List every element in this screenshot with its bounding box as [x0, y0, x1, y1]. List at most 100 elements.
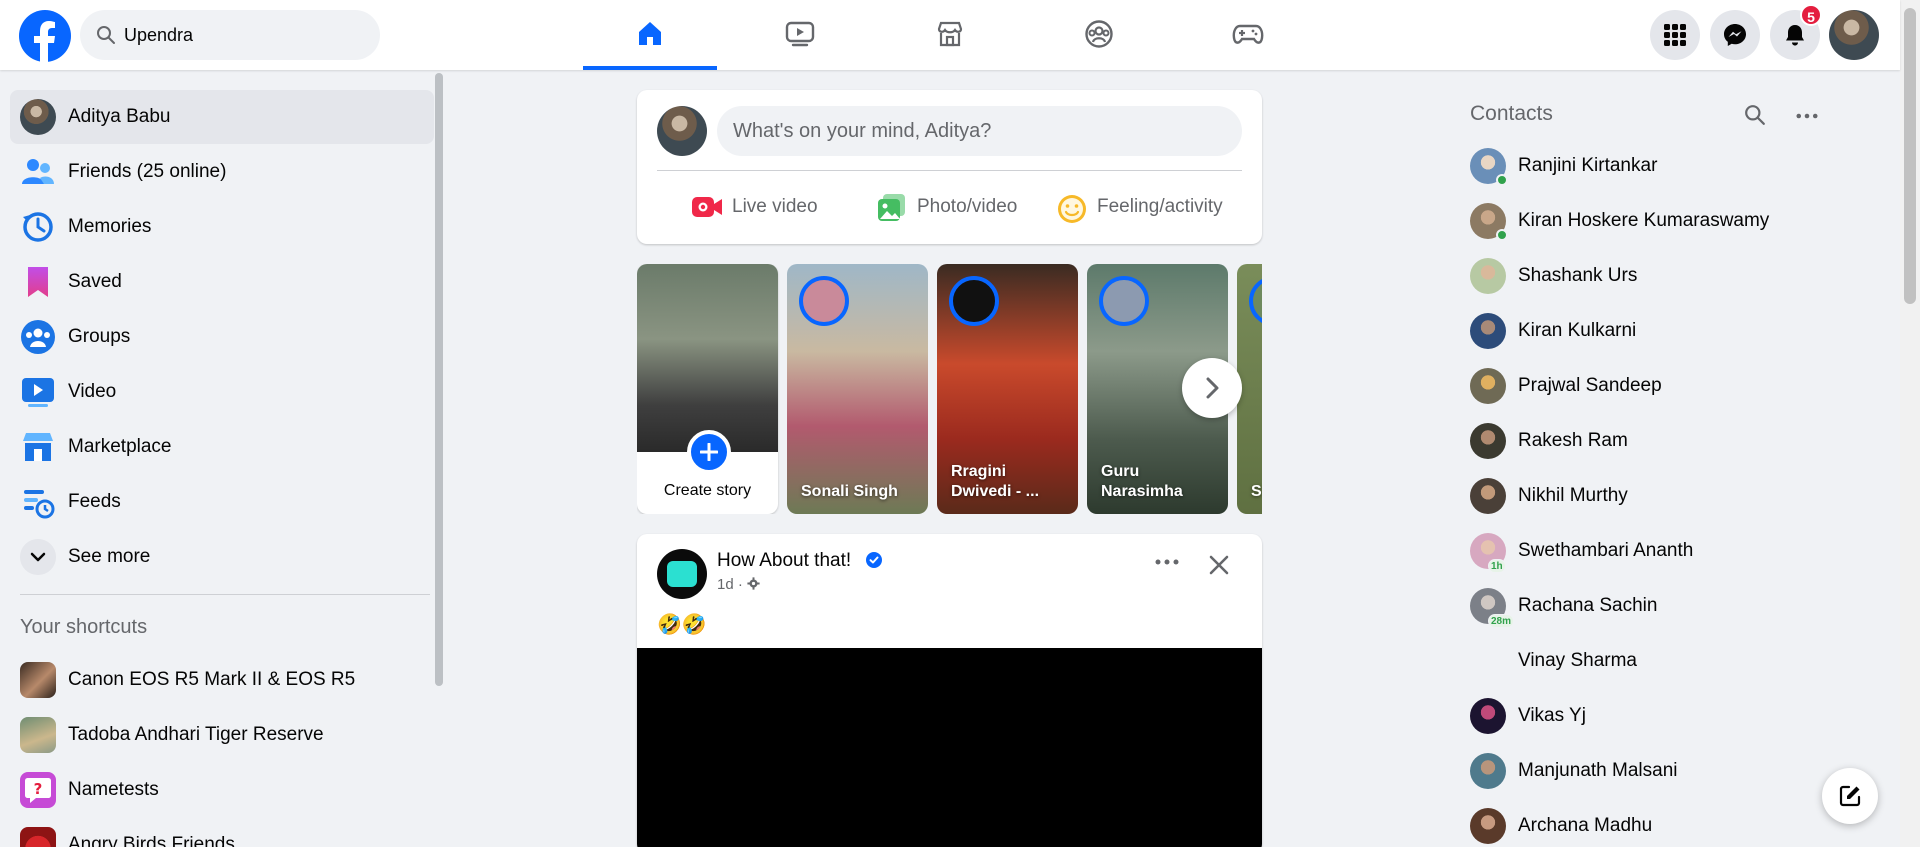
chevron-down-icon — [20, 539, 56, 575]
facebook-logo-icon[interactable] — [19, 10, 71, 62]
online-indicator — [1496, 229, 1508, 241]
story-card[interactable]: Rragini Dwivedi - ... — [937, 264, 1078, 514]
post-composer: Live video Photo/video Feeling/activity — [637, 90, 1262, 244]
post-time[interactable]: 1d — [717, 576, 734, 593]
contact-item[interactable]: Kiran Kulkarni — [1460, 305, 1890, 357]
tab-gaming[interactable] — [1181, 0, 1315, 70]
sidebar-item-marketplace[interactable]: Marketplace — [10, 420, 434, 474]
shortcut-thumbnail — [20, 662, 56, 698]
post-author-name[interactable]: How About that! — [717, 550, 851, 572]
stories-next-button[interactable] — [1182, 358, 1242, 418]
groups-icon — [1085, 20, 1113, 48]
add-story-icon — [687, 430, 731, 474]
contact-item[interactable]: 1h Swethambari Ananth — [1460, 525, 1890, 577]
sidebar-item-label: Friends (25 online) — [68, 161, 227, 182]
sidebar-item-profile[interactable]: Aditya Babu — [10, 90, 434, 144]
search-bar — [80, 10, 380, 60]
contact-name: Kiran Kulkarni — [1518, 320, 1637, 341]
feeds-icon — [24, 490, 55, 519]
sidebar-item-saved[interactable]: Saved — [10, 255, 434, 309]
contact-avatar — [1470, 698, 1506, 734]
close-icon[interactable] — [1208, 554, 1230, 576]
composer-input[interactable] — [717, 106, 1242, 156]
sidebar-item-see-more[interactable]: See more — [10, 530, 434, 584]
sidebar-item-label: Marketplace — [68, 436, 172, 457]
sidebar-scrollbar[interactable] — [435, 73, 443, 686]
story-card[interactable]: Sonali Singh — [787, 264, 928, 514]
tab-marketplace[interactable] — [883, 0, 1017, 70]
contact-item[interactable]: Rakesh Ram — [1460, 415, 1890, 467]
sidebar-divider — [20, 594, 430, 595]
sidebar-item-friends[interactable]: Friends (25 online) — [10, 145, 434, 199]
tab-video[interactable] — [733, 0, 867, 70]
sidebar-item-feeds[interactable]: Feeds — [10, 475, 434, 529]
photo-video-button[interactable]: Photo/video — [877, 182, 1037, 232]
composer-divider — [657, 170, 1242, 171]
left-sidebar: Aditya Babu Friends (25 online) Memories… — [0, 70, 443, 847]
shortcut-item[interactable]: Tadoba Andhari Tiger Reserve — [10, 708, 434, 762]
story-author: Rragini Dwivedi - ... — [951, 463, 1040, 500]
contact-item[interactable]: Kiran Hoskere Kumaraswamy — [1460, 195, 1890, 247]
groups-icon — [21, 320, 55, 354]
feeling-icon — [1058, 195, 1086, 223]
post-text: 🤣🤣 — [657, 614, 707, 636]
new-message-button[interactable] — [1822, 768, 1878, 824]
more-options-icon[interactable] — [1796, 112, 1818, 120]
tab-groups[interactable] — [1032, 0, 1166, 70]
story-author: S S — [1251, 483, 1262, 500]
shortcut-item[interactable]: Canon EOS R5 Mark II & EOS R5 — [10, 653, 434, 707]
sidebar-item-video[interactable]: Video — [10, 365, 434, 419]
composer-avatar[interactable] — [657, 106, 707, 156]
page-scrollbar-thumb[interactable] — [1904, 8, 1916, 304]
bell-icon — [1786, 25, 1804, 46]
contact-item[interactable]: 28m Rachana Sachin — [1460, 580, 1890, 632]
contact-name: Manjunath Malsani — [1518, 760, 1678, 781]
shortcut-label: Tadoba Andhari Tiger Reserve — [68, 724, 324, 745]
contact-name: Swethambari Ananth — [1518, 540, 1694, 561]
contact-name: Vinay Sharma — [1518, 650, 1637, 671]
contact-item[interactable]: Nikhil Murthy — [1460, 470, 1890, 522]
account-avatar[interactable] — [1829, 10, 1879, 60]
video-icon — [785, 21, 815, 47]
photo-icon — [878, 194, 905, 221]
contact-item[interactable]: Vinay Sharma — [1460, 635, 1890, 687]
create-story-photo — [637, 264, 778, 452]
video-icon — [22, 378, 54, 407]
contact-item[interactable]: Vikas Yj — [1460, 690, 1890, 742]
tab-home[interactable] — [583, 0, 717, 70]
story-author: Guru Narasimha — [1101, 463, 1183, 500]
contact-item[interactable]: Ranjini Kirtankar — [1460, 140, 1890, 192]
more-options-icon[interactable] — [1155, 558, 1179, 566]
gaming-icon — [1232, 24, 1264, 44]
shortcut-item[interactable]: Angry Birds Friends — [10, 818, 434, 847]
menu-button[interactable] — [1650, 10, 1700, 60]
post-video[interactable] — [637, 648, 1262, 847]
shortcut-label: Canon EOS R5 Mark II & EOS R5 — [68, 669, 356, 690]
live-video-button[interactable]: Live video — [692, 182, 832, 232]
feeling-activity-button[interactable]: Feeling/activity — [1057, 182, 1247, 232]
contact-name: Nikhil Murthy — [1518, 485, 1628, 506]
sidebar-item-groups[interactable]: Groups — [10, 310, 434, 364]
messenger-button[interactable] — [1710, 10, 1760, 60]
shortcut-item[interactable]: ? Nametests — [10, 763, 434, 817]
top-navigation-bar: 5 — [0, 0, 1900, 70]
contact-name: Prajwal Sandeep — [1518, 375, 1662, 396]
search-icon[interactable] — [1744, 104, 1766, 126]
create-story-card[interactable]: Create story — [637, 264, 778, 514]
search-input[interactable] — [124, 10, 364, 60]
sidebar-item-memories[interactable]: Memories — [10, 200, 434, 254]
marketplace-icon — [937, 21, 963, 47]
contact-name: Vikas Yj — [1518, 705, 1586, 726]
sidebar-item-label: Groups — [68, 326, 131, 347]
post-author-avatar[interactable] — [657, 549, 707, 599]
sidebar-item-label: See more — [68, 546, 151, 567]
contact-item[interactable]: Prajwal Sandeep — [1460, 360, 1890, 412]
composer-input-container — [717, 106, 1242, 156]
contact-name: Shashank Urs — [1518, 265, 1638, 286]
verified-badge-icon — [866, 552, 882, 568]
contact-item[interactable]: Shashank Urs — [1460, 250, 1890, 302]
home-icon — [639, 22, 661, 45]
sidebar-item-label: Aditya Babu — [68, 106, 171, 127]
story-avatar — [799, 276, 849, 326]
page-scrollbar[interactable] — [1900, 0, 1920, 847]
